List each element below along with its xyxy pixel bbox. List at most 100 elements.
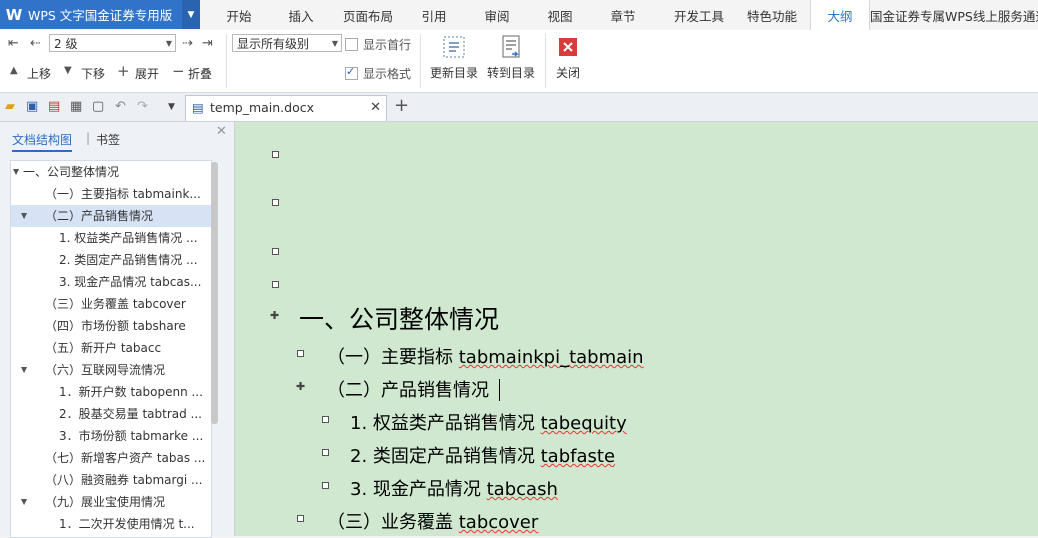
tab-document-map[interactable]: 文档结构图 <box>12 131 73 152</box>
outline-tree-item-label: （九）展业宝使用情况 <box>45 495 166 509</box>
outline-tree-item[interactable]: 1．新开户数 tabopenn ... <box>11 381 211 403</box>
outline-tree-item[interactable]: 3．市场份额 tabmarke ... <box>11 425 211 447</box>
close-label: 关闭 <box>555 66 580 80</box>
promote-icon[interactable]: ⇠ <box>30 36 41 51</box>
tab-service-channel[interactable]: 国金证券专属WPS线上服务通道 <box>870 0 1038 30</box>
ribbon-divider <box>226 34 227 88</box>
outline-tree-item-label: （八）融资融券 tabmargi ... <box>45 473 203 487</box>
outline-tree-item[interactable]: （七）新增客户资产 tabas ... <box>11 447 211 469</box>
show-levels-select[interactable]: 显示所有级别 ▼ <box>232 34 342 52</box>
open-folder-icon[interactable]: ▰ <box>5 99 15 114</box>
document-icon: ▤ <box>192 100 204 115</box>
tab-developer[interactable]: 开发工具 <box>664 0 734 30</box>
close-pane-icon[interactable]: ✕ <box>216 124 227 139</box>
outline-tree-item[interactable]: （四）市场份额 tabshare <box>11 315 211 337</box>
outline-tree-item-label: 1．二次开发使用情况 t... <box>59 517 195 531</box>
outline-tree-item-label: 3．市场份额 tabmarke ... <box>59 429 204 443</box>
collapse-toggle-icon[interactable]: ▲ <box>21 205 27 227</box>
new-tab-icon[interactable]: + <box>394 95 409 116</box>
outline-tree-item[interactable]: ▲ （六）互联网导流情况 <box>11 359 211 381</box>
outline-bullet <box>322 449 329 456</box>
expand-heading-icon[interactable]: ✚ <box>296 381 305 392</box>
outline-tree-item[interactable]: （三）业务覆盖 tabcover <box>11 293 211 315</box>
outline-tree-item[interactable]: 2. 类固定产品销售情况 ... <box>11 249 211 271</box>
show-levels-value: 显示所有级别 <box>237 37 310 51</box>
outline-bullet <box>297 350 304 357</box>
chevron-down-icon[interactable]: ▼ <box>182 0 200 29</box>
chevron-down-icon: ▼ <box>331 39 338 48</box>
tab-page-layout[interactable]: 页面布局 <box>324 0 412 30</box>
tab-insert[interactable]: 插入 <box>278 0 324 30</box>
tab-divider: | <box>86 131 91 145</box>
outline-tree-item[interactable]: ▲ 一、公司整体情况 <box>11 161 211 183</box>
collapse-toggle-icon[interactable]: ▲ <box>21 491 27 513</box>
outline-tree-item[interactable]: 3. 现金产品情况 tabcas... <box>11 271 211 293</box>
show-format-checkbox[interactable]: 显示格式 <box>345 65 411 82</box>
outline-tree-item[interactable]: （八）融资融券 tabmargi ... <box>11 469 211 491</box>
expand-button[interactable]: 展开 <box>135 65 159 82</box>
show-format-label: 显示格式 <box>363 67 412 81</box>
document-editor[interactable]: ✚ 一、公司整体情况 （一）主要指标 tabmainkpi_tabmain ✚ … <box>235 122 1038 536</box>
expand-heading-icon[interactable]: ✚ <box>270 310 279 321</box>
demote-icon[interactable]: ⇢ <box>182 36 193 51</box>
outline-tree-item[interactable]: （一）主要指标 tabmaink... <box>11 183 211 205</box>
outline-tree-item-label: 3. 现金产品情况 tabcas... <box>59 275 202 289</box>
show-first-line-checkbox[interactable]: 显示首行 <box>345 36 411 53</box>
undo-icon[interactable]: ↶ <box>115 99 126 114</box>
collapse-button[interactable]: 折叠 <box>188 65 212 82</box>
show-first-line-label: 显示首行 <box>363 38 412 52</box>
print-icon[interactable]: ▦ <box>70 99 82 114</box>
redo-icon[interactable]: ↷ <box>137 99 148 114</box>
move-up-button[interactable]: 上移 <box>27 65 51 82</box>
demote-to-body-icon[interactable]: ⇥ <box>202 36 213 51</box>
outline-tree-item[interactable]: 2．股基交易量 tabtrad ... <box>11 403 211 425</box>
outline-tree-item[interactable]: （五）新开户 tabacc <box>11 337 211 359</box>
tab-features[interactable]: 特色功能 <box>734 0 810 30</box>
outline-tree-item-label: （三）业务覆盖 tabcover <box>45 297 186 311</box>
app-title: WPS 文字国金证券专用版 <box>28 8 173 23</box>
tab-view[interactable]: 视图 <box>538 0 582 30</box>
outline-bullet <box>322 416 329 423</box>
goto-toc-icon <box>498 34 524 60</box>
collapse-icon[interactable]: − <box>172 62 185 80</box>
print-preview-icon[interactable]: ▢ <box>92 99 104 114</box>
outline-tree-item-label: （六）互联网导流情况 <box>45 363 166 377</box>
tab-outline[interactable]: 大纲 <box>810 0 870 31</box>
outline-bullet <box>297 515 304 522</box>
outline-tree-item[interactable]: 1. 权益类产品销售情况 ... <box>11 227 211 249</box>
chevron-down-icon[interactable]: ▼ <box>168 102 175 112</box>
move-up-icon[interactable]: ▲ <box>10 65 18 76</box>
collapse-toggle-icon[interactable]: ▲ <box>21 359 27 381</box>
tab-section[interactable]: 章节 <box>582 0 664 30</box>
outline-heading-3: 2. 类固定产品销售情况 tabfaste <box>350 446 616 467</box>
outline-level-select[interactable]: 2 级 ▼ <box>49 34 176 52</box>
move-down-icon[interactable]: ▼ <box>64 65 72 76</box>
scrollbar[interactable] <box>211 162 218 424</box>
tab-review[interactable]: 审阅 <box>456 0 538 30</box>
tab-bookmarks[interactable]: 书签 <box>96 131 120 148</box>
wps-app-menu-button[interactable]: W WPS 文字国金证券专用版 ▼ <box>0 0 200 29</box>
tab-references[interactable]: 引用 <box>412 0 456 30</box>
outline-heading-3: 3. 现金产品情况 tabcash <box>350 479 558 500</box>
export-pdf-icon[interactable]: ▤ <box>48 99 60 114</box>
save-icon[interactable]: ▣ <box>26 99 38 114</box>
close-outline-button[interactable]: 关闭 <box>550 34 586 81</box>
outline-heading-2: （二）产品销售情况 <box>327 380 489 401</box>
document-tab[interactable]: ▤ temp_main.docx ✕ <box>185 95 387 121</box>
tab-home[interactable]: 开始 <box>200 0 278 30</box>
outline-level-value: 2 级 <box>54 37 78 51</box>
promote-to-heading1-icon[interactable]: ⇤ <box>8 36 19 51</box>
outline-ribbon: ⇤ ⇠ 2 级 ▼ ⇢ ⇥ ▲ 上移 ▼ 下移 + 展开 − 折叠 显示所有级别… <box>0 30 1038 93</box>
outline-tree-item[interactable]: ▲ （九）展业宝使用情况 <box>11 491 211 513</box>
update-toc-icon <box>441 34 467 60</box>
expand-icon[interactable]: + <box>117 62 130 80</box>
goto-toc-button[interactable]: 转到目录 <box>484 34 538 81</box>
outline-tree-item[interactable]: ▲ （二）产品销售情况 <box>11 205 211 227</box>
collapse-toggle-icon[interactable]: ▲ <box>13 161 19 183</box>
ribbon-divider <box>420 34 421 88</box>
move-down-button[interactable]: 下移 <box>81 65 105 82</box>
update-toc-button[interactable]: 更新目录 <box>427 34 481 81</box>
outline-tree-item-label: 1. 权益类产品销售情况 ... <box>59 231 198 245</box>
outline-tree-item[interactable]: 1．二次开发使用情况 t... <box>11 513 211 535</box>
close-tab-icon[interactable]: ✕ <box>370 96 381 120</box>
